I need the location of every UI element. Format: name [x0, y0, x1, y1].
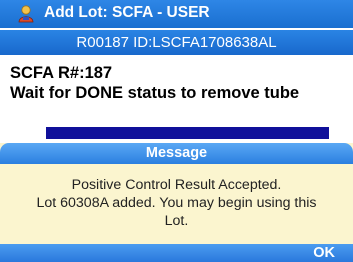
user-icon: [18, 5, 34, 23]
status-panel: SCFA R#:187 Wait for DONE status to remo…: [0, 55, 353, 143]
dialog-footer: OK: [0, 244, 353, 262]
instruction-text: Wait for DONE status to remove tube: [10, 84, 300, 102]
progress-bar: [46, 127, 329, 139]
message-line-3: Lot.: [164, 213, 189, 229]
dialog-message: Positive Control Result Accepted. Lot 60…: [8, 176, 345, 230]
run-number-label: SCFA R#:187: [10, 64, 113, 82]
progress-fill: [46, 127, 329, 139]
message-line-2: Lot 60308A added. You may begin using th…: [36, 195, 317, 211]
ok-button[interactable]: OK: [313, 244, 335, 262]
dialog-title: Message: [0, 143, 353, 164]
window-title: Add Lot: SCFA - USER: [44, 4, 210, 21]
message-line-1: Positive Control Result Accepted.: [71, 177, 282, 193]
record-id-bar: R00187 ID:LSCFA1708638AL: [0, 30, 353, 55]
title-bar: Add Lot: SCFA - USER: [0, 0, 353, 28]
message-dialog: Message Positive Control Result Accepted…: [0, 143, 353, 262]
